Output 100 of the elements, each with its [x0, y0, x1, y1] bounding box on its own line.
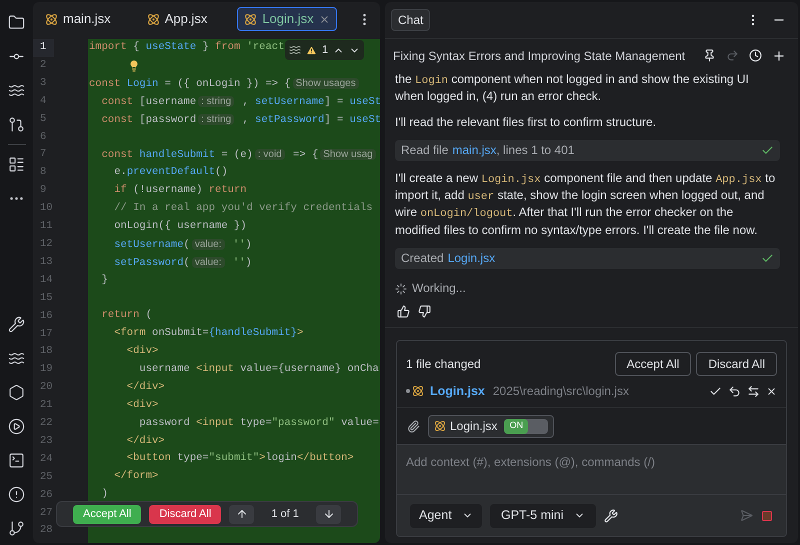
- line-number: 13: [39, 254, 54, 270]
- inlay-hint: : void: [254, 149, 285, 160]
- compare-icon[interactable]: [747, 384, 760, 398]
- redo-icon[interactable]: [726, 49, 739, 62]
- spinner-icon: [395, 282, 407, 295]
- code-line: </form>: [113, 470, 158, 482]
- code-line: import { useState } from 'react: [89, 41, 284, 53]
- changes-summary: 1 file changed: [406, 356, 482, 373]
- file-tab[interactable]: main.jsx: [39, 7, 117, 31]
- structure-icon[interactable]: [8, 156, 25, 173]
- problems-widget[interactable]: 1: [285, 40, 364, 60]
- new-chat-icon[interactable]: [772, 48, 786, 62]
- line-number: 11: [39, 219, 54, 234]
- code-line: <form onSubmit={handleSubmit}>: [113, 327, 304, 340]
- code-line: if (!username) return: [113, 184, 247, 196]
- line-number: 2: [39, 58, 48, 73]
- history-icon[interactable]: [749, 49, 762, 62]
- line-number: 9: [39, 183, 48, 198]
- tool-label: Created: [401, 250, 444, 266]
- file-tab[interactable]: Login.jsx: [237, 7, 337, 31]
- wave-icon[interactable]: [8, 350, 25, 367]
- chat-composer[interactable]: 1 file changed Accept All Discard All Login.jsx 2025\reading\src\login.jsx Login.jsx ON Add context (#), extensions (@), commands (/) Agent GPT-5 mini: [396, 340, 787, 537]
- code-line: onLogin({ username }): [113, 220, 247, 232]
- line-number: 20: [39, 380, 54, 396]
- folder-icon[interactable]: [8, 14, 25, 31]
- previous-button[interactable]: [229, 504, 254, 524]
- chat-message: the Login component when not logged in and show the existing UI when logged in, (4) run an error check.: [395, 72, 750, 105]
- chat-tab[interactable]: Chat: [391, 9, 430, 31]
- lightbulb-icon[interactable]: [128, 60, 140, 72]
- context-chip[interactable]: Login.jsx ON: [428, 414, 554, 438]
- inlay-hint: Show usages: [292, 78, 359, 89]
- chat-title: Fixing Syntax Errors and Improving State Management: [393, 48, 686, 64]
- terminal-icon[interactable]: [8, 452, 25, 469]
- react-icon: [412, 385, 424, 397]
- code-line: // In a real app you'd verify credentials: [113, 202, 373, 214]
- line-number: 7: [39, 147, 48, 162]
- code-line: e.preventDefault(): [113, 166, 228, 178]
- accept-icon[interactable]: [709, 384, 722, 398]
- stop-icon[interactable]: [761, 510, 773, 522]
- run-icon[interactable]: [8, 418, 25, 435]
- line-number: 4: [39, 94, 48, 109]
- problems-icon[interactable]: [8, 486, 25, 503]
- thumbs-up-icon[interactable]: [397, 305, 410, 318]
- line-number: 3: [39, 76, 48, 91]
- code-line: }: [100, 274, 108, 286]
- tool-call-row[interactable]: Read file main.jsx, lines 1 to 401: [395, 140, 780, 161]
- line-number: 12: [39, 236, 54, 252]
- next-button[interactable]: [316, 504, 341, 524]
- undo-icon[interactable]: [728, 384, 741, 398]
- line-number: 23: [39, 434, 54, 449]
- model-dropdown[interactable]: GPT-5 mini: [490, 504, 596, 528]
- arrow-up-icon: [236, 508, 248, 520]
- line-number: 14: [39, 272, 54, 288]
- line-number: 25: [39, 470, 54, 485]
- code-line: password <input type="password" value=: [138, 416, 379, 429]
- close-icon[interactable]: [766, 386, 777, 396]
- line-number: 6: [39, 130, 48, 145]
- line-number: 19: [39, 362, 54, 378]
- file-tab[interactable]: App.jsx: [140, 7, 214, 31]
- file-link[interactable]: main.jsx: [452, 142, 496, 158]
- branch-icon[interactable]: [8, 520, 25, 537]
- line-number: 16: [39, 308, 54, 324]
- code-line: return (: [100, 309, 152, 322]
- mode-dropdown[interactable]: Agent: [410, 504, 482, 528]
- discard-all-button[interactable]: Discard All: [149, 504, 222, 524]
- code-line: <div>: [126, 345, 158, 358]
- tool-call-row[interactable]: Created Login.jsx: [395, 248, 780, 270]
- line-number: 17: [39, 326, 54, 342]
- status-text: Working...: [412, 281, 466, 296]
- inlay-hint: value:: [192, 256, 225, 268]
- pull-request-icon[interactable]: [8, 116, 25, 133]
- change-position: 1 of 1: [270, 506, 300, 522]
- line-number: 22: [39, 416, 54, 432]
- hexagon-icon[interactable]: [8, 384, 25, 401]
- accept-all-button[interactable]: Accept All: [614, 352, 692, 376]
- discard-all-button[interactable]: Discard All: [696, 352, 777, 376]
- wave-icon: [289, 44, 301, 56]
- warning-count: 1: [322, 42, 328, 58]
- line-number: 1: [33, 39, 54, 57]
- pin-icon[interactable]: [703, 49, 716, 62]
- code-line: </div>: [126, 434, 165, 447]
- attach-icon[interactable]: [407, 420, 420, 432]
- line-number: 15: [39, 290, 54, 306]
- line-number: 24: [39, 452, 54, 467]
- line-number: 27: [39, 506, 54, 521]
- code-line: ): [100, 488, 108, 500]
- wave-icon[interactable]: [8, 82, 25, 99]
- chat-message: I'll create a new Login.jsx component file and then update App.jsx to import it, add user state, show the login screen when logged out, and wire onLogin/logout. After that I'll run the error checker on the modified files to confirm no syntax/type errors. I'll create the file now.: [395, 170, 776, 238]
- line-number: 5: [39, 112, 48, 127]
- line-number: 18: [39, 344, 54, 360]
- code-line: const [password : string , setPassword] = useSt: [100, 114, 380, 126]
- file-link[interactable]: Login.jsx: [448, 250, 496, 266]
- code-line: const Login = ({ onLogin }) => { Show usages: [89, 78, 361, 90]
- line-number: 28: [39, 523, 54, 538]
- file-link[interactable]: Login.jsx: [430, 382, 485, 400]
- chat-message: I'll read the relevant files first to confirm structure.: [395, 114, 658, 130]
- tools-icon[interactable]: [8, 316, 25, 333]
- tools-icon[interactable]: [604, 508, 618, 522]
- thumbs-down-icon[interactable]: [418, 305, 431, 318]
- code-line: const handleSubmit = (e) : void => { Show usag: [89, 149, 378, 162]
